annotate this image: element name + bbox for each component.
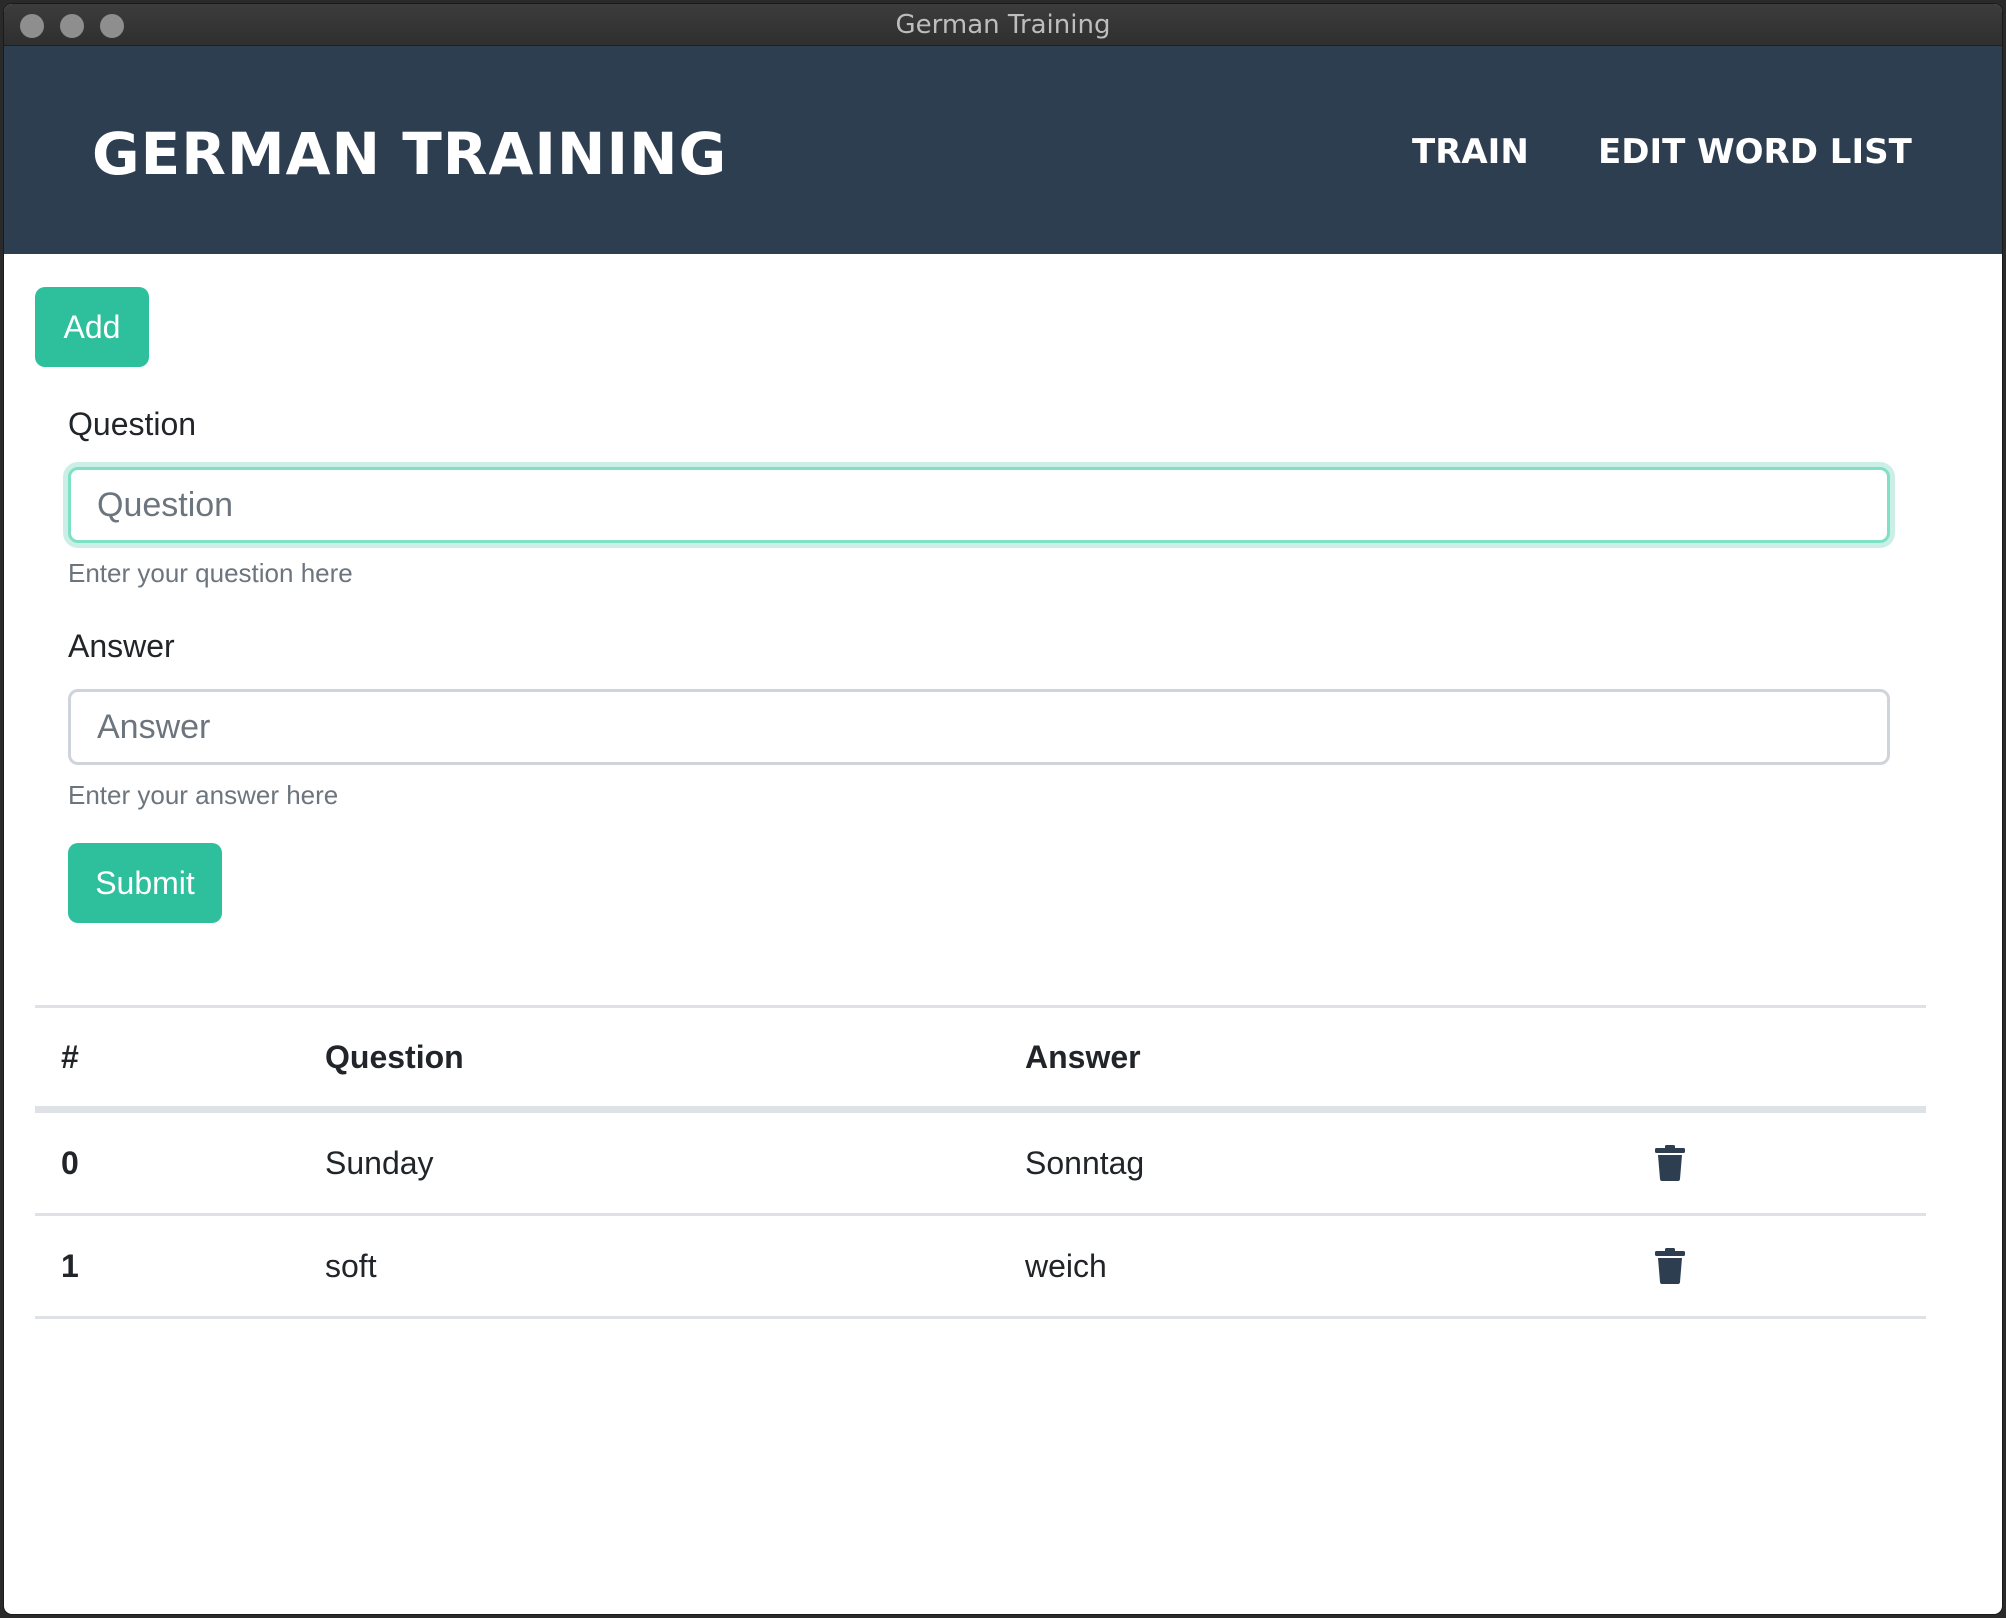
trash-icon[interactable]: [1655, 1248, 1685, 1284]
delete-row-button[interactable]: [1655, 1216, 1685, 1316]
delete-row-button[interactable]: [1655, 1113, 1685, 1213]
add-button[interactable]: Add: [35, 287, 149, 367]
table-header-row: # Question Answer: [35, 1008, 1926, 1113]
answer-label: Answer: [68, 628, 175, 664]
column-header-answer: Answer: [1025, 1038, 1141, 1075]
app-window: German Training GERMAN TRAINING TRAIN ED…: [4, 4, 2002, 1614]
question-input[interactable]: [68, 467, 1890, 543]
row-index: 1: [61, 1247, 79, 1284]
column-header-question: Question: [325, 1038, 464, 1075]
column-header-index: #: [61, 1038, 79, 1075]
trash-icon[interactable]: [1655, 1145, 1685, 1181]
table-row: 0 Sunday Sonntag: [35, 1113, 1926, 1216]
navbar: GERMAN TRAINING TRAIN EDIT WORD LIST: [4, 46, 2002, 254]
question-label: Question: [68, 406, 197, 442]
table-row: 1 soft weich: [35, 1216, 1926, 1319]
title-bar: German Training: [4, 4, 2002, 46]
row-index: 0: [61, 1144, 79, 1181]
window-title: German Training: [895, 10, 1111, 40]
submit-button[interactable]: Submit: [68, 843, 222, 923]
answer-input[interactable]: [68, 689, 1890, 765]
word-list-table: # Question Answer 0 Sunday Sonntag 1 sof…: [35, 1005, 1926, 1319]
row-question: soft: [325, 1247, 377, 1284]
row-answer: weich: [1025, 1247, 1107, 1284]
brand-title[interactable]: GERMAN TRAINING: [92, 120, 727, 188]
answer-help-text: Enter your answer here: [68, 780, 339, 810]
nav-link-edit-word-list[interactable]: EDIT WORD LIST: [1598, 132, 1912, 172]
question-help-text: Enter your question here: [68, 558, 353, 588]
row-question: Sunday: [325, 1144, 434, 1181]
nav-link-train[interactable]: TRAIN: [1412, 132, 1529, 172]
row-answer: Sonntag: [1025, 1144, 1145, 1181]
